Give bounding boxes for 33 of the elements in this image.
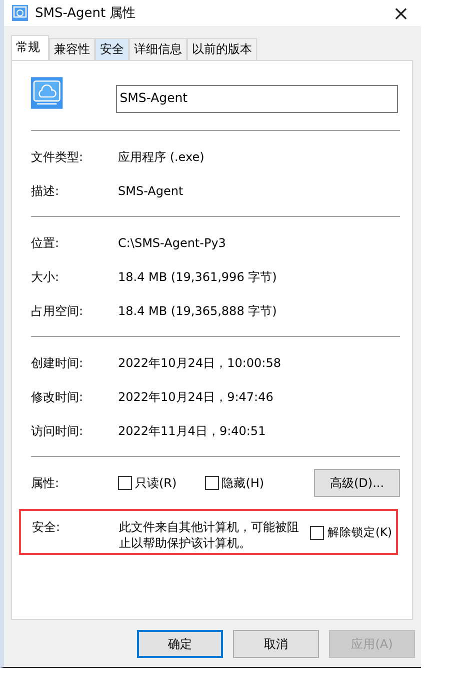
property-label: 占用空间: [30,302,84,320]
tab[interactable]: 详细信息 [129,38,187,60]
property-value: SMS-Agent [118,184,184,198]
property-label: 文件类型: [30,148,84,166]
tab[interactable]: 常规 [11,35,49,60]
property-label: 位置: [30,234,60,252]
checkbox[interactable]: 隐藏(H) [204,474,264,492]
property-label: 描述: [30,182,60,200]
dialog-button[interactable]: 取消 [233,630,319,658]
property-value: 18.4 MB (19,365,888 字节) [118,302,277,320]
checkbox[interactable]: 解除锁定(K) [310,525,392,540]
property-value: 2022年10月24日，10:00:58 [118,354,281,372]
advanced-button[interactable]: 高级(D)... [314,469,400,497]
property-value: 18.4 MB (19,361,996 字节) [118,268,277,286]
property-value: C:\SMS-Agent-Py3 [118,236,226,250]
window-title: SMS-Agent 属性 [35,5,137,22]
property-value: 2022年10月24日，9:47:46 [118,388,274,406]
tab[interactable]: 以前的版本 [187,38,257,60]
file-name-field[interactable]: SMS-Agent [116,85,398,113]
tab[interactable]: 兼容性 [49,38,95,60]
checkbox[interactable]: 只读(R) [118,474,177,492]
security-label: 安全: [31,519,62,536]
property-label: 修改时间: [30,388,84,406]
tab[interactable]: 安全 [95,38,129,60]
property-label: 访问时间: [30,422,84,440]
security-message: 此文件来自其他计算机，可能被阻止以帮助保护该计算机。 [119,519,300,551]
property-value: 2022年11月4日，9:40:51 [118,422,266,440]
property-label: 大小: [30,268,60,286]
property-value: 应用程序 (.exe) [118,148,204,166]
close-button[interactable]: × [386,1,416,25]
dialog-button[interactable]: 确定 [137,630,223,658]
property-label: 创建时间: [30,354,84,372]
attributes-label: 属性: [30,474,60,492]
